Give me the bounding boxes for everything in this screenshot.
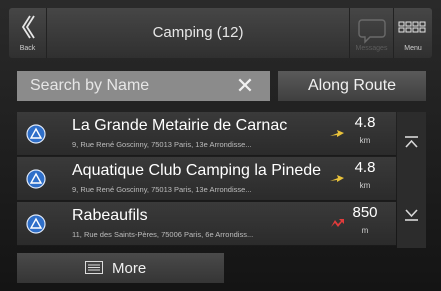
along-route-button[interactable]: Along Route <box>278 71 426 101</box>
back-label: Back <box>19 45 36 52</box>
scroll-to-top-button[interactable] <box>397 112 426 172</box>
menu-button[interactable]: Menu <box>393 8 432 58</box>
header-bar: Back Camping (12) Messages Menu <box>9 8 432 58</box>
screen: Back Camping (12) Messages Menu ✕ Al <box>0 0 441 291</box>
result-row[interactable]: Aquatique Club Camping la Pinede 9, Rue … <box>17 157 396 201</box>
list-lines-icon <box>85 261 103 274</box>
menu-grid-icon <box>398 21 426 33</box>
result-row[interactable]: La Grande Metairie de Carnac 9, Rue René… <box>17 112 396 156</box>
direction-arrow-icon <box>331 219 344 227</box>
back-chevron-icon <box>21 15 35 39</box>
result-name: La Grande Metairie de Carnac <box>72 117 288 134</box>
result-address: 9, Rue René Goscinny, 75013 Paris, 13e A… <box>72 140 252 149</box>
poi-location-icon <box>26 124 46 144</box>
scroll-bottom-icon <box>405 209 418 221</box>
result-address: 11, Rue des Saints-Pères, 75006 Paris, 6… <box>72 230 254 239</box>
result-address: 9, Rue René Goscinny, 75013 Paris, 13e A… <box>72 185 252 194</box>
scroll-top-icon <box>405 136 418 148</box>
result-distance: 4.8 <box>354 159 376 176</box>
result-distance: 850 <box>352 204 378 221</box>
result-distance-unit: m <box>361 226 369 235</box>
page-title: Camping (12) <box>152 24 244 41</box>
messages-label: Messages <box>355 45 388 52</box>
search-bar: ✕ <box>17 71 270 101</box>
poi-location-icon <box>26 169 46 189</box>
more-label: More <box>112 260 147 277</box>
direction-arrow-icon <box>330 130 344 137</box>
result-name: Aquatique Club Camping la Pinede <box>72 162 322 179</box>
speech-bubble-icon <box>358 19 386 44</box>
scroll-bar <box>397 112 426 248</box>
messages-button[interactable]: Messages <box>349 8 393 58</box>
direction-arrow-icon <box>330 175 344 182</box>
poi-location-icon <box>26 214 46 234</box>
back-button[interactable]: Back <box>9 8 47 58</box>
scroll-to-bottom-button[interactable] <box>397 180 426 248</box>
result-distance-unit: km <box>359 181 371 190</box>
menu-label: Menu <box>404 45 422 52</box>
more-button[interactable]: More <box>17 253 224 283</box>
result-distance: 4.8 <box>354 114 376 131</box>
result-row[interactable]: Rabeaufils 11, Rue des Saints-Pères, 750… <box>17 202 396 246</box>
result-name: Rabeaufils <box>72 207 148 224</box>
search-input[interactable] <box>17 71 232 101</box>
result-distance-unit: km <box>359 136 371 145</box>
clear-search-button[interactable]: ✕ <box>234 74 256 98</box>
